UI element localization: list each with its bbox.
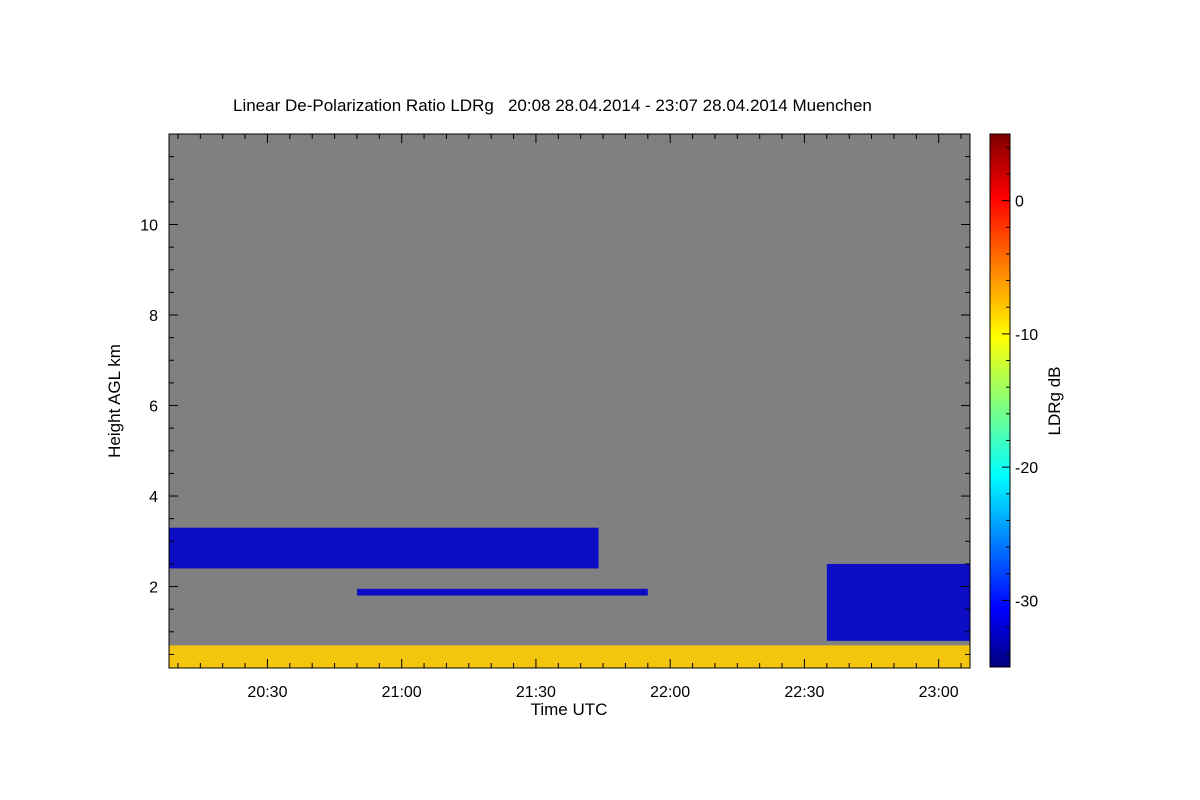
colorbar-tick-label: -30 — [1015, 593, 1038, 610]
heatmap-cell-thin-layer-1 — [356, 588, 648, 596]
colorbar-tick-label: -20 — [1015, 460, 1038, 477]
colorbar-title: LDRg dB — [1045, 367, 1064, 436]
x-tick-label: 23:00 — [919, 684, 959, 701]
colorbar-tick-label: -10 — [1015, 327, 1038, 344]
heatmap-cell-cloud-layer-0 — [169, 527, 599, 569]
heatmap-cell-boundary-layer-3 — [169, 645, 970, 668]
x-tick-label: 21:30 — [516, 684, 556, 701]
y-tick-label: 6 — [149, 399, 158, 416]
y-tick-label: 10 — [140, 218, 158, 235]
x-tick-label: 22:00 — [650, 684, 690, 701]
y-tick-label: 4 — [149, 489, 158, 506]
heatmap-cell-cloud-2 — [826, 563, 970, 641]
y-tick-label: 8 — [149, 308, 158, 325]
ldr-heatmap-chart: 20:30 21:00 21:30 22:00 22:30 23:00 2 4 6 8 10 0 -… — [105, 133, 1064, 719]
x-tick-label: 22:30 — [784, 684, 824, 701]
colorbar-tick-label: 0 — [1015, 194, 1024, 211]
x-tick-label: 20:30 — [247, 684, 287, 701]
x-tick-label: 21:00 — [382, 684, 422, 701]
y-axis-title: Height AGL km — [105, 344, 124, 458]
colorbar — [989, 133, 1011, 668]
x-axis-title: Time UTC — [531, 700, 608, 719]
y-tick-label: 2 — [149, 580, 158, 597]
